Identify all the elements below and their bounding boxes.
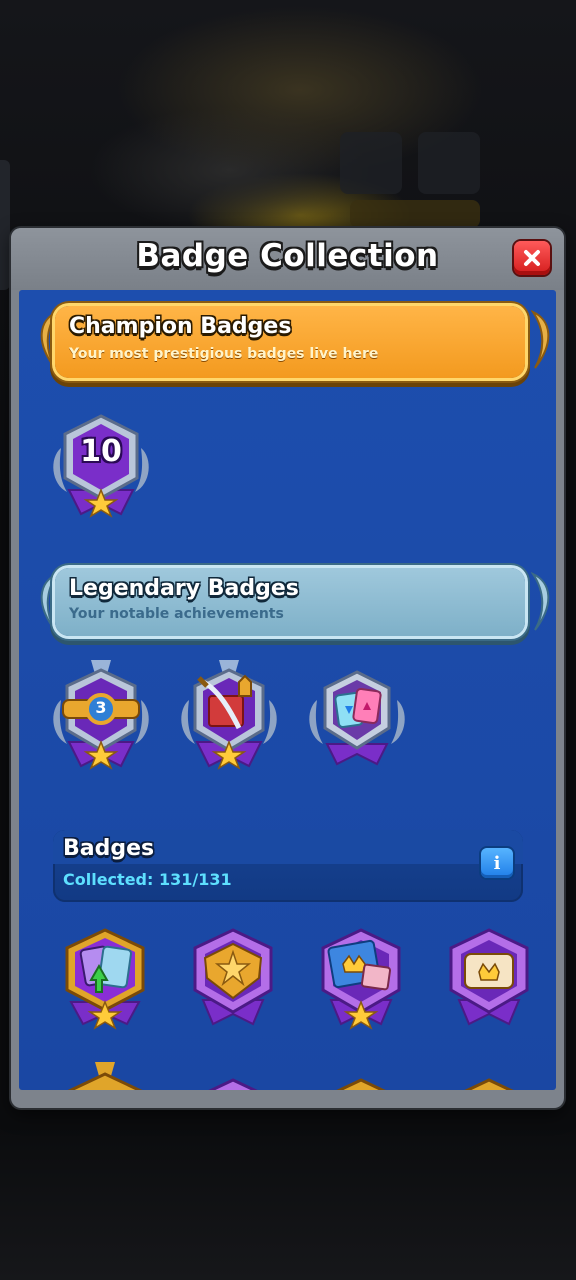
dialog-header: Badge Collection <box>11 228 564 290</box>
badge-row-partial[interactable] <box>173 1070 293 1090</box>
badge-collection-dialog: Badge Collection Champion Badges Your mo… <box>11 228 564 1108</box>
badge-star-shield[interactable] <box>173 920 293 1040</box>
legendary-badge-sword[interactable] <box>169 660 289 780</box>
badges-collected-count: Collected: 131/131 <box>63 870 232 889</box>
legendary-badge-belt[interactable]: 3 <box>41 660 161 780</box>
badge-row-partial[interactable] <box>45 1058 165 1090</box>
champion-badge-10[interactable]: 10 <box>41 408 161 528</box>
badge-row-partial[interactable] <box>429 1070 549 1090</box>
badge-card-upgrade[interactable] <box>45 920 165 1040</box>
championship-belt-icon <box>53 660 149 770</box>
legendary-badges-title: Legendary Badges <box>69 576 299 601</box>
info-button[interactable]: i <box>481 848 513 878</box>
close-x-icon <box>524 250 540 266</box>
background-side-tab <box>0 160 10 290</box>
background-panel <box>350 200 480 228</box>
badge-partial-icon <box>464 1078 514 1090</box>
background-panel <box>340 132 402 194</box>
belt-number: 3 <box>95 698 107 717</box>
legendary-badges-subtitle: Your notable achievements <box>69 606 284 622</box>
card-swap-icon <box>309 670 405 766</box>
background-panel <box>418 132 480 194</box>
badge-list-scroll-area[interactable]: Champion Badges Your most prestigious ba… <box>19 290 556 1090</box>
champion-badges-banner: Champion Badges Your most prestigious ba… <box>55 306 525 378</box>
badges-collection-header: Badges Collected: 131/131 i <box>53 830 523 902</box>
badge-crown-cards[interactable] <box>301 920 421 1040</box>
crown-cards-icon <box>321 928 401 1030</box>
legendary-badges-banner: Legendary Badges Your notable achievemen… <box>55 568 525 636</box>
sword-crown-icon <box>181 660 277 770</box>
dialog-title: Badge Collection <box>136 238 439 274</box>
legendary-badge-cards[interactable] <box>297 660 417 780</box>
badges-title: Badges <box>63 836 155 861</box>
champion-badges-title: Champion Badges <box>69 314 292 339</box>
badge-crown-card[interactable] <box>429 920 549 1040</box>
badge-partial-icon <box>67 1062 143 1090</box>
champion-badge-level: 10 <box>80 434 122 469</box>
info-icon: i <box>493 852 501 874</box>
laurel-right-icon <box>531 572 550 631</box>
laurel-right-icon <box>531 310 550 369</box>
card-upgrade-icon <box>65 928 145 1030</box>
champion-badges-subtitle: Your most prestigious badges live here <box>69 346 379 362</box>
close-button[interactable] <box>514 241 550 275</box>
star-shield-icon <box>193 928 273 1026</box>
badge-partial-icon <box>336 1078 386 1090</box>
badge-partial-icon <box>208 1078 258 1090</box>
crown-card-icon <box>449 928 529 1026</box>
badge-row-partial[interactable] <box>301 1070 421 1090</box>
